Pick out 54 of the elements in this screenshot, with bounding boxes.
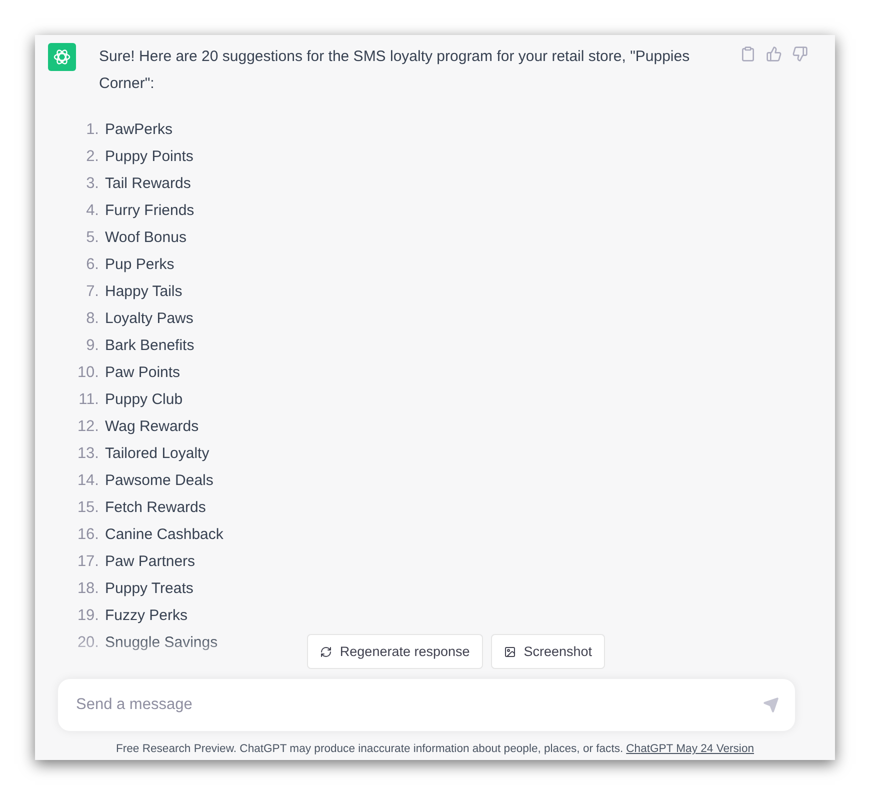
list-item: Puppy Club [105, 390, 183, 410]
list-item: Pawsome Deals [105, 471, 214, 491]
list-item: Pup Perks [105, 255, 174, 275]
thumbs-down-icon[interactable] [792, 46, 808, 62]
list-item: Loyalty Paws [105, 309, 194, 329]
list-number: 8. [85, 309, 99, 329]
list-item: Snuggle Savings [105, 633, 218, 653]
list-item: Paw Partners [105, 552, 196, 572]
list-item: Woof Bonus [105, 228, 186, 248]
list-item: Fetch Rewards [105, 498, 206, 518]
list-number: 16. [76, 525, 99, 545]
list-number: 10. [76, 363, 99, 383]
list-number: 15. [76, 498, 99, 518]
list-number: 5. [85, 228, 99, 248]
list-number: 9. [85, 336, 99, 356]
list-number: 7. [85, 282, 99, 302]
list-item: Paw Points [105, 363, 180, 383]
list-item: PawPerks [105, 120, 173, 140]
list-number: 19. [76, 606, 99, 626]
list-item: Fuzzy Perks [105, 606, 188, 626]
list-item: Canine Cashback [105, 525, 224, 545]
refresh-icon [320, 646, 332, 658]
list-number: 12. [76, 417, 99, 437]
message-text: Sure! Here are 20 suggestions for the SMS loyalty program for your retail store, "Puppies Corner": [99, 47, 691, 94]
list-number: 11. [78, 390, 99, 410]
list-item: Bark Benefits [105, 336, 194, 356]
list-number: 3. [85, 174, 99, 194]
regenerate-button[interactable]: Regenerate response [306, 634, 483, 669]
send-icon[interactable] [763, 697, 779, 713]
list-item: Tail Rewards [105, 174, 191, 194]
list-number: 14. [76, 471, 99, 491]
list-number: 1. [85, 120, 99, 140]
list-item: Furry Friends [105, 201, 194, 221]
list-item: Puppy Treats [105, 579, 194, 599]
assistant-avatar [48, 43, 76, 71]
list-item: Tailored Loyalty [105, 444, 210, 464]
list-number: 6. [85, 255, 99, 275]
message-field[interactable]: Send a message [74, 695, 763, 715]
copy-icon[interactable] [740, 46, 756, 62]
version-link[interactable]: ChatGPT May 24 Version [626, 743, 754, 755]
image-icon [504, 646, 516, 658]
list-number: 4. [85, 201, 99, 221]
list-number: 17. [76, 552, 99, 572]
screenshot-button[interactable]: Screenshot [490, 634, 606, 669]
message-box[interactable]: Send a message [58, 679, 795, 731]
list-number: 13. [76, 444, 99, 464]
list-item: Happy Tails [105, 282, 182, 302]
list-number: 2. [85, 147, 99, 167]
list-number: 20. [76, 633, 99, 653]
list-number: 18. [76, 579, 99, 599]
disclaimer-text: Free Research Preview. ChatGPT may produce inaccurate information about people, places, or facts. [116, 743, 624, 755]
thumbs-up-icon[interactable] [766, 46, 782, 62]
list-item: Puppy Points [105, 147, 194, 167]
list-item: Wag Rewards [105, 417, 199, 437]
